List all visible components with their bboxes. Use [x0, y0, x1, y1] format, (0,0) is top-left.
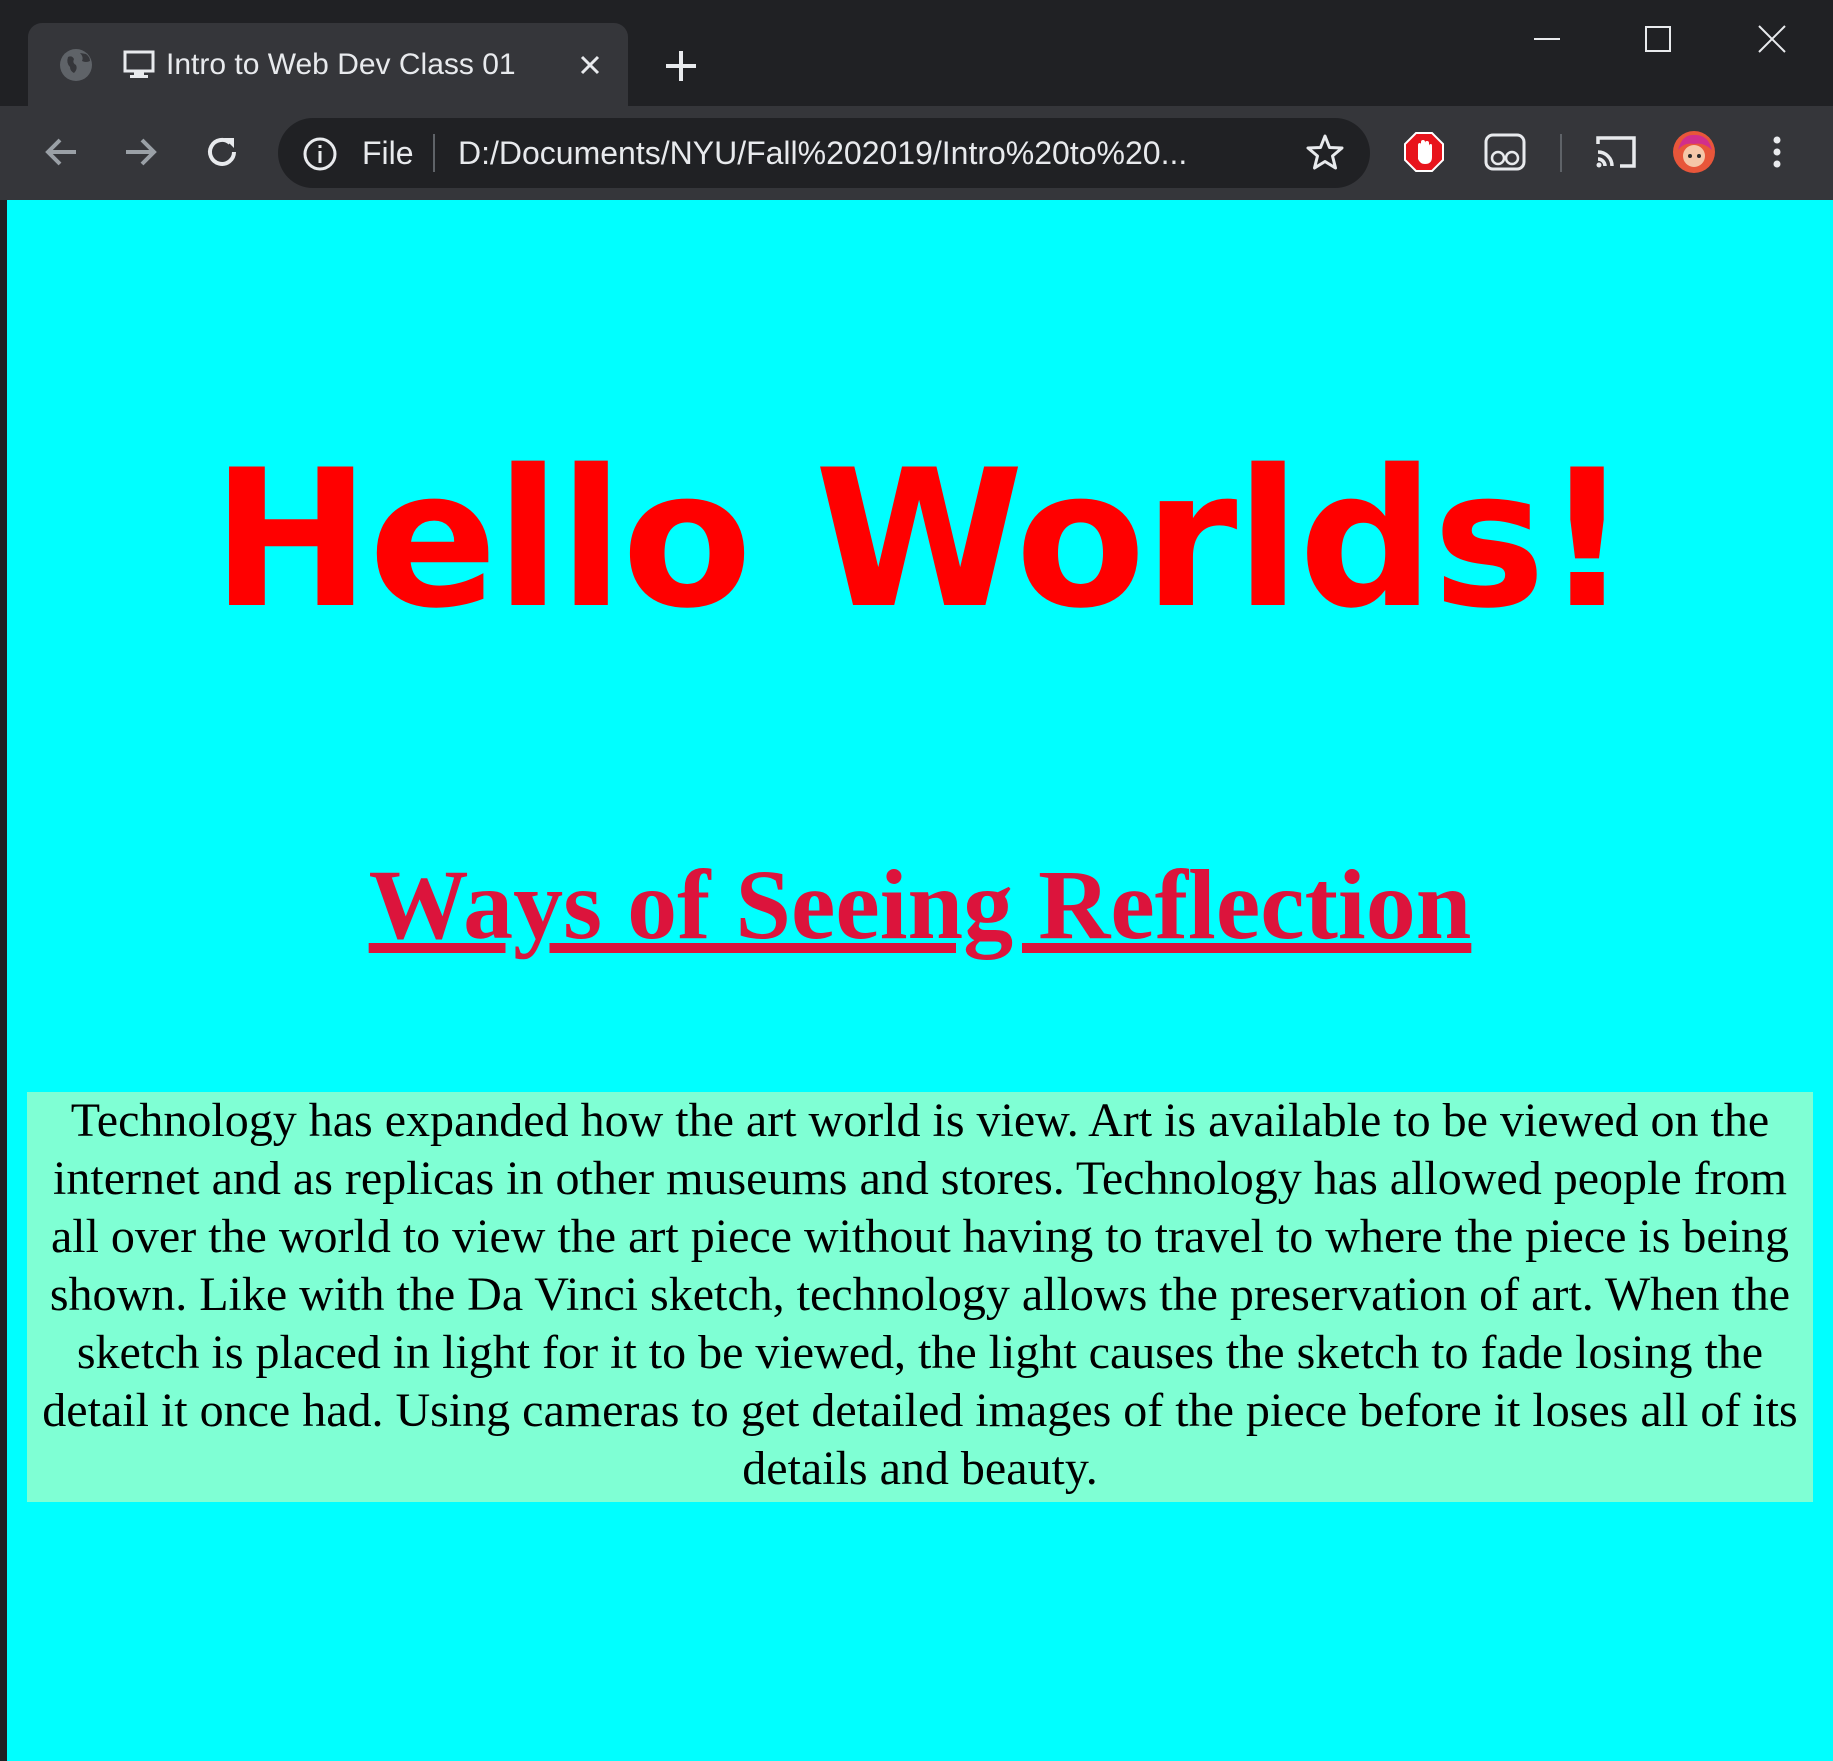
back-arrow-icon[interactable] — [40, 130, 84, 174]
browser-window: Intro to Web Dev Class 01 File D:/Docume… — [0, 0, 1833, 1761]
globe-icon — [58, 47, 94, 83]
new-tab-icon[interactable] — [660, 45, 702, 87]
maximize-icon[interactable] — [1619, 10, 1699, 70]
profile-avatar[interactable] — [1672, 130, 1716, 174]
reader-icon[interactable] — [1483, 130, 1527, 174]
address-divider — [433, 134, 435, 172]
forward-arrow-icon[interactable] — [118, 130, 162, 174]
bookmark-star-icon[interactable] — [1304, 132, 1346, 174]
close-window-icon[interactable] — [1733, 10, 1813, 70]
adblock-icon[interactable] — [1402, 130, 1446, 174]
tab-title: Intro to Web Dev Class 01 — [166, 48, 516, 81]
page-content: Hello Worlds! Ways of Seeing Reflection … — [7, 200, 1833, 1761]
more-menu-icon[interactable] — [1755, 130, 1799, 174]
cast-icon[interactable] — [1594, 130, 1638, 174]
close-tab-icon[interactable] — [574, 49, 606, 81]
minimize-icon[interactable] — [1508, 10, 1588, 70]
browser-tab[interactable]: Intro to Web Dev Class 01 — [28, 23, 628, 107]
info-icon[interactable] — [302, 136, 338, 172]
tab-strip: Intro to Web Dev Class 01 — [0, 0, 1833, 107]
browser-toolbar: File D:/Documents/NYU/Fall%202019/Intro%… — [0, 106, 1833, 200]
reload-icon[interactable] — [200, 130, 244, 174]
url-text[interactable]: D:/Documents/NYU/Fall%202019/Intro%20to%… — [458, 118, 1187, 188]
reflection-paragraph: Technology has expanded how the art worl… — [27, 1092, 1813, 1502]
address-bar[interactable]: File D:/Documents/NYU/Fall%202019/Intro%… — [278, 118, 1370, 188]
url-scheme-label: File — [362, 135, 414, 171]
page-subheading: Ways of Seeing Reflection — [368, 849, 1472, 960]
toolbar-divider — [1560, 134, 1562, 172]
page-heading: Hello Worlds! — [211, 429, 1631, 650]
monitor-icon — [122, 49, 156, 81]
